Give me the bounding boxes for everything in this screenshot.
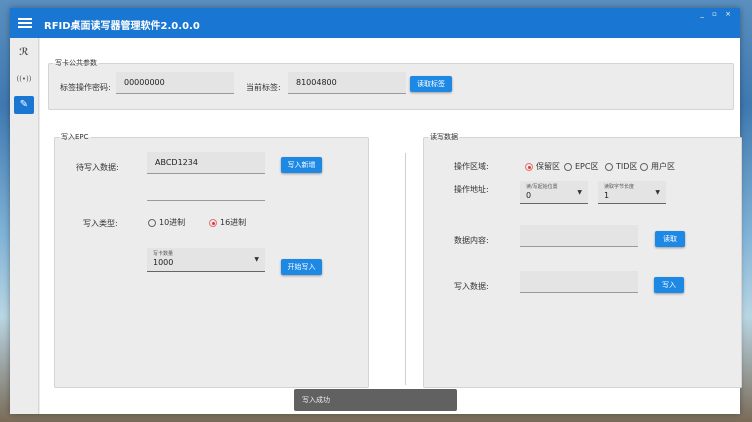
start-write-button[interactable]: 开始写入 (281, 259, 322, 275)
radio-hex-dot (209, 219, 217, 227)
chevron-down-icon: ▼ (254, 256, 259, 263)
operate-area-label: 操作区域: (454, 162, 489, 171)
write-count-hint: 写卡数量 (153, 251, 174, 257)
chevron-down-icon: ▼ (577, 189, 582, 196)
read-button[interactable]: 读取 (655, 231, 685, 247)
radio-tid-label: TID区 (616, 162, 638, 171)
app-title: RFID桌面读写器管理软件2.0.0.0 (44, 21, 200, 32)
data-to-write-field[interactable]: ABCD1234 (147, 152, 265, 174)
write-new-button[interactable]: 写入新增 (281, 157, 322, 173)
radio-epc-label: EPC区 (575, 162, 599, 171)
rw-data-legend: 读写数据 (430, 133, 458, 141)
start-position-select[interactable]: 读/写起始位置 0 ▼ (520, 181, 588, 204)
window-controls[interactable]: _ ▫ × (700, 10, 734, 18)
radio-tid[interactable]: TID区 (605, 161, 637, 172)
radio-user-label: 用户区 (651, 162, 675, 171)
start-position-value: 0 (526, 191, 532, 200)
write-data-field[interactable] (520, 271, 638, 293)
write-data-label: 写入数据: (454, 282, 489, 291)
current-tag-field[interactable]: 81004800 (288, 72, 406, 94)
radio-tid-dot (605, 163, 613, 171)
write-button[interactable]: 写入 (654, 277, 684, 293)
blank-input-line[interactable] (147, 199, 265, 201)
app-window: RFID桌面读写器管理软件2.0.0.0 _ ▫ × ℛ ((•)) ✎ 写卡公… (10, 8, 742, 414)
toast-notification: 写入成功 (294, 389, 457, 411)
main-content: 写卡公共参数 标签操作密码: 00000000 当前标签: 81004800 读… (40, 38, 742, 414)
data-content-label: 数据内容: (454, 236, 489, 245)
radio-decimal[interactable]: 10进制 (148, 217, 185, 228)
common-params-legend: 写卡公共参数 (55, 59, 97, 67)
radio-hex[interactable]: 16进制 (209, 217, 246, 228)
read-tag-button[interactable]: 读取标签 (410, 76, 452, 92)
password-field[interactable]: 00000000 (116, 72, 234, 94)
write-epc-legend: 写入EPC (61, 133, 89, 141)
read-length-value: 1 (604, 191, 610, 200)
data-to-write-label: 待写入数据: (76, 163, 119, 172)
radio-hex-label: 16进制 (220, 218, 247, 227)
title-bar: RFID桌面读写器管理软件2.0.0.0 _ ▫ × (10, 8, 740, 38)
antenna-icon[interactable]: ((•)) (14, 70, 34, 88)
radio-epc[interactable]: EPC区 (564, 161, 598, 172)
read-length-select[interactable]: 读取字节长度 1 ▼ (598, 181, 666, 204)
current-tag-label: 当前标签: (246, 83, 281, 92)
radio-user-dot (640, 163, 648, 171)
password-label: 标签操作密码: (60, 83, 111, 92)
radio-reserved-label: 保留区 (536, 162, 560, 171)
write-type-label: 写入类型: (83, 219, 118, 228)
radio-decimal-dot (148, 219, 156, 227)
start-position-hint: 读/写起始位置 (526, 184, 558, 190)
read-length-hint: 读取字节长度 (604, 184, 635, 190)
hamburger-menu-icon[interactable] (18, 16, 32, 30)
operate-address-label: 操作地址: (454, 185, 489, 194)
logo-icon[interactable]: ℛ (14, 44, 34, 62)
radio-decimal-label: 10进制 (159, 218, 186, 227)
data-content-field[interactable] (520, 225, 638, 247)
write-count-value: 1000 (153, 258, 174, 267)
radio-reserved[interactable]: 保留区 (525, 161, 560, 172)
vertical-divider (405, 153, 406, 385)
sidebar: ℛ ((•)) ✎ (10, 38, 39, 414)
pencil-icon[interactable]: ✎ (14, 96, 34, 114)
radio-epc-dot (564, 163, 572, 171)
radio-reserved-dot (525, 163, 533, 171)
chevron-down-icon: ▼ (655, 189, 660, 196)
write-count-select[interactable]: 写卡数量 1000 ▼ (147, 248, 265, 272)
radio-user[interactable]: 用户区 (640, 161, 675, 172)
